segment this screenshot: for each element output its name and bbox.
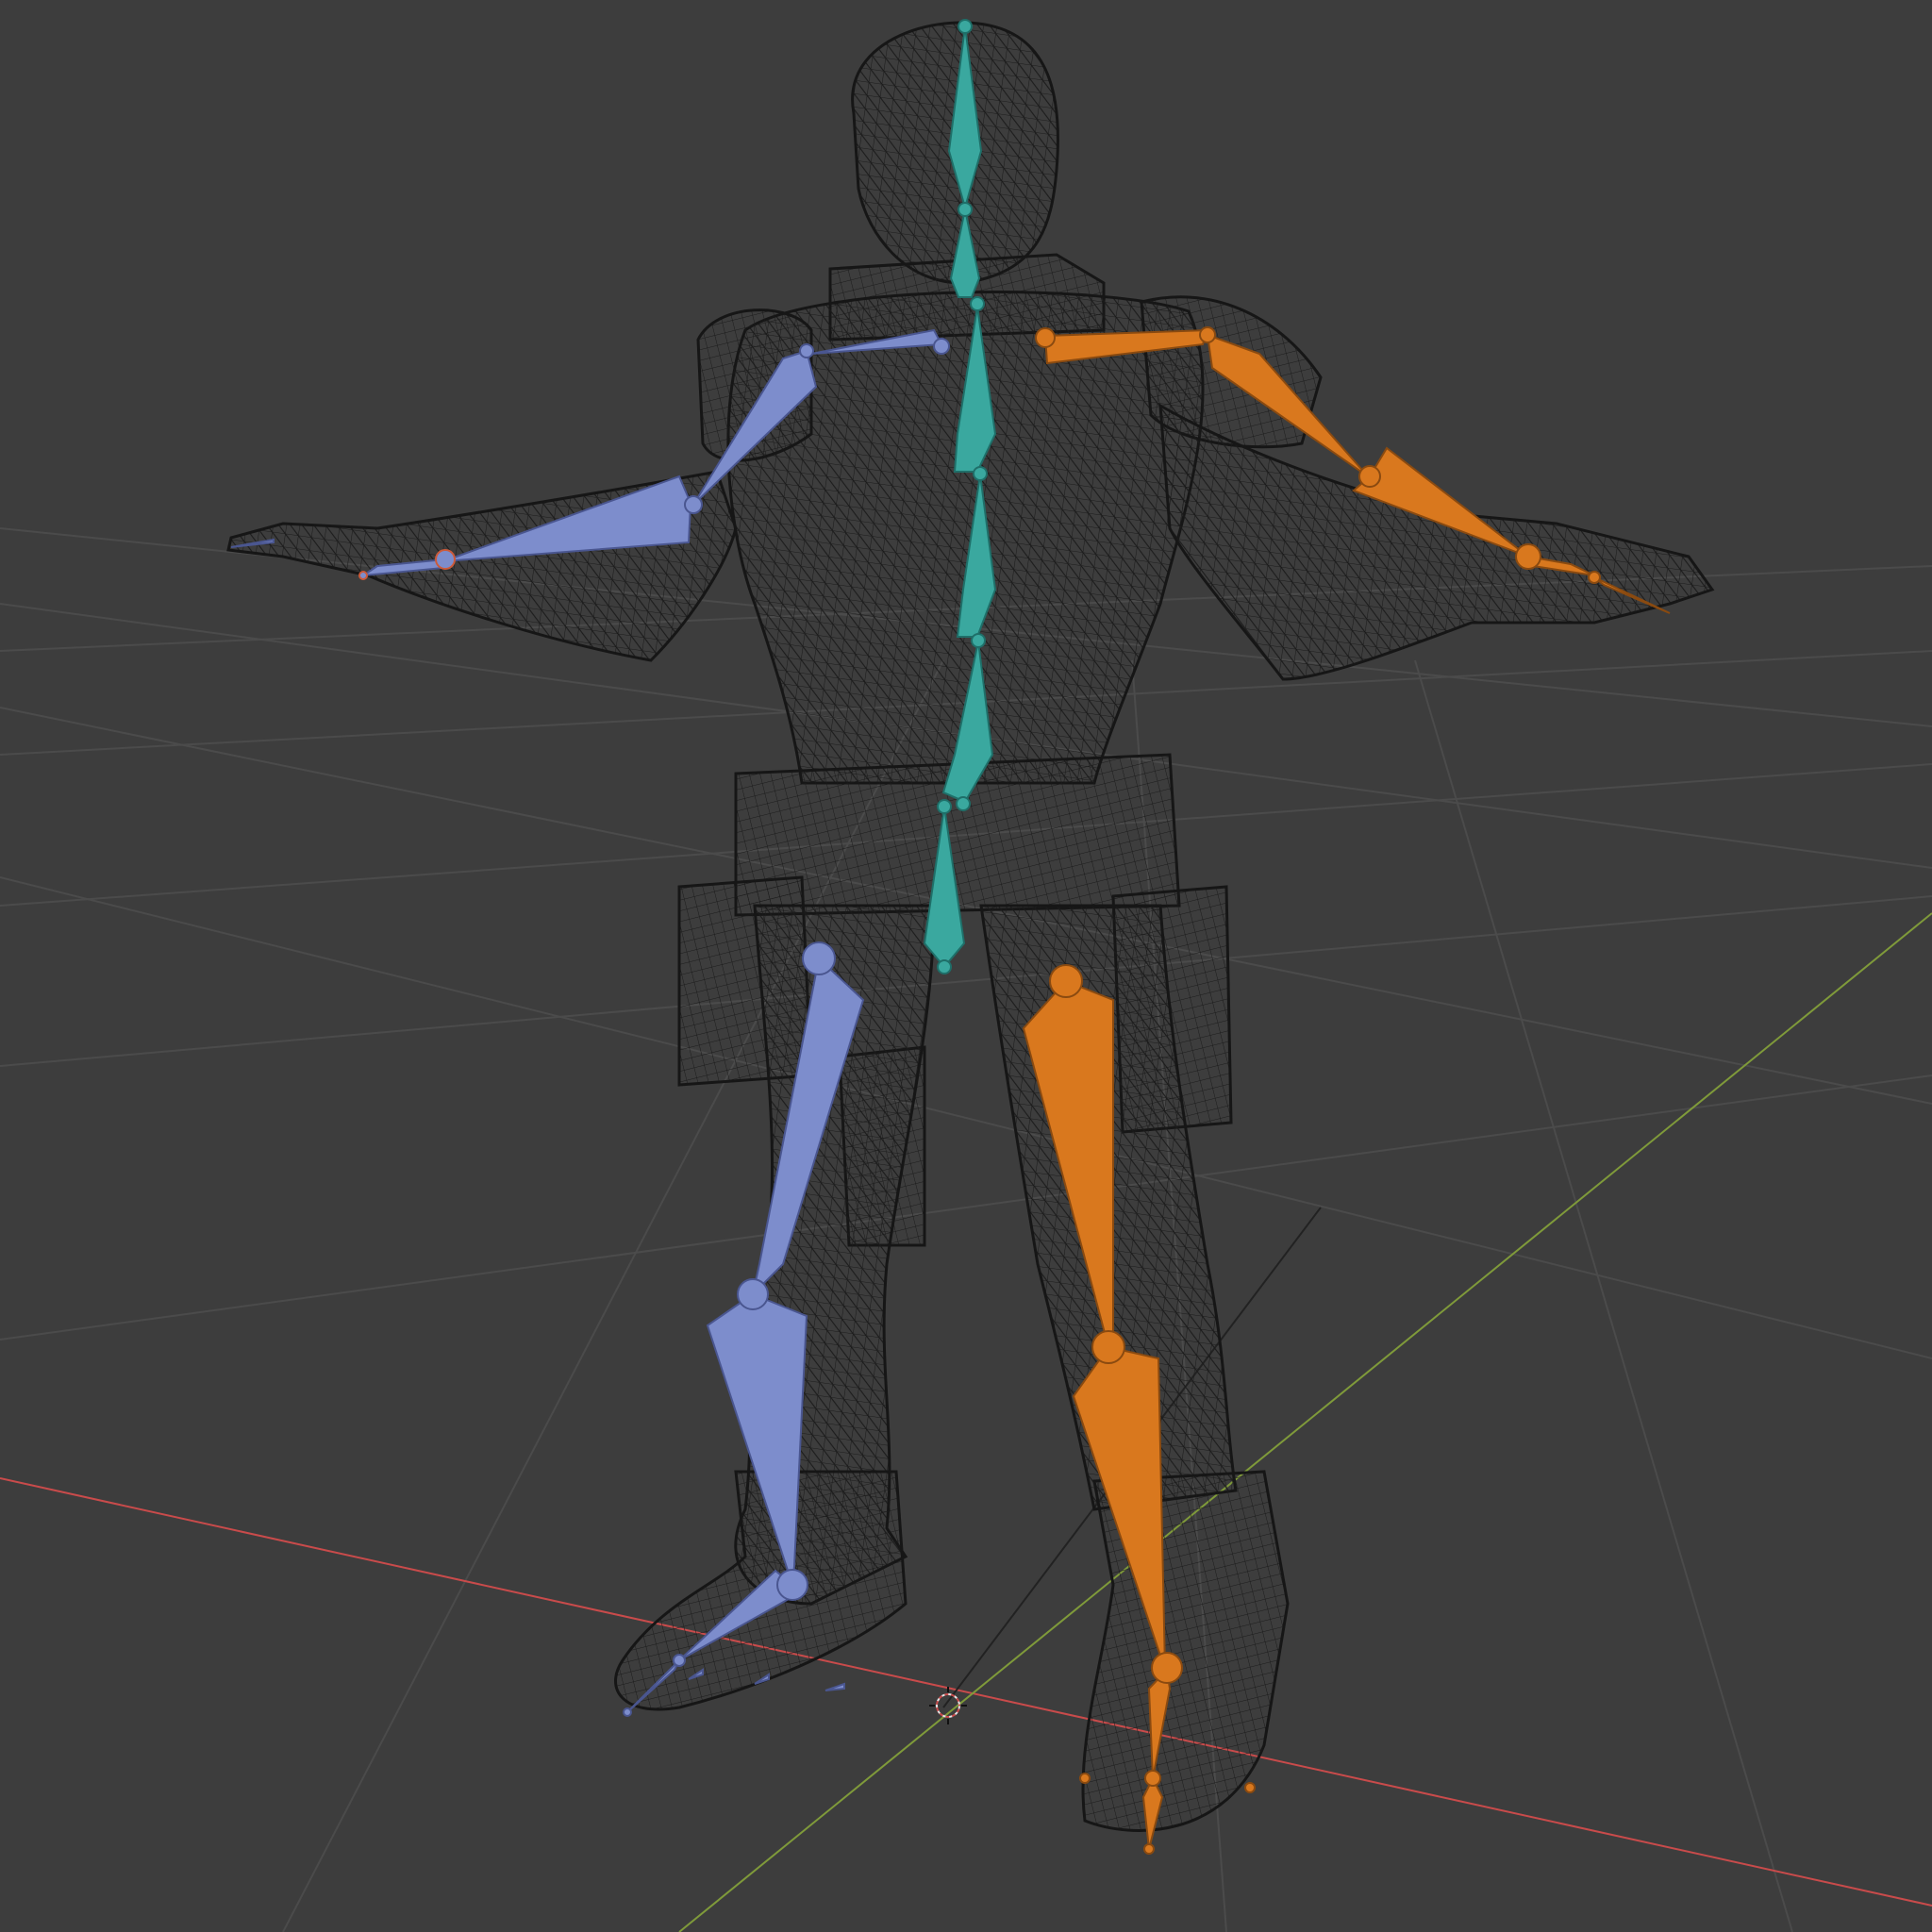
3d-cursor-icon[interactable] [929,1687,967,1724]
bone-toe4-l[interactable] [824,1682,845,1691]
viewport-canvas[interactable] [0,0,1932,1932]
3d-viewport[interactable] [0,0,1932,1932]
x-axis-line [0,1477,1932,1907]
